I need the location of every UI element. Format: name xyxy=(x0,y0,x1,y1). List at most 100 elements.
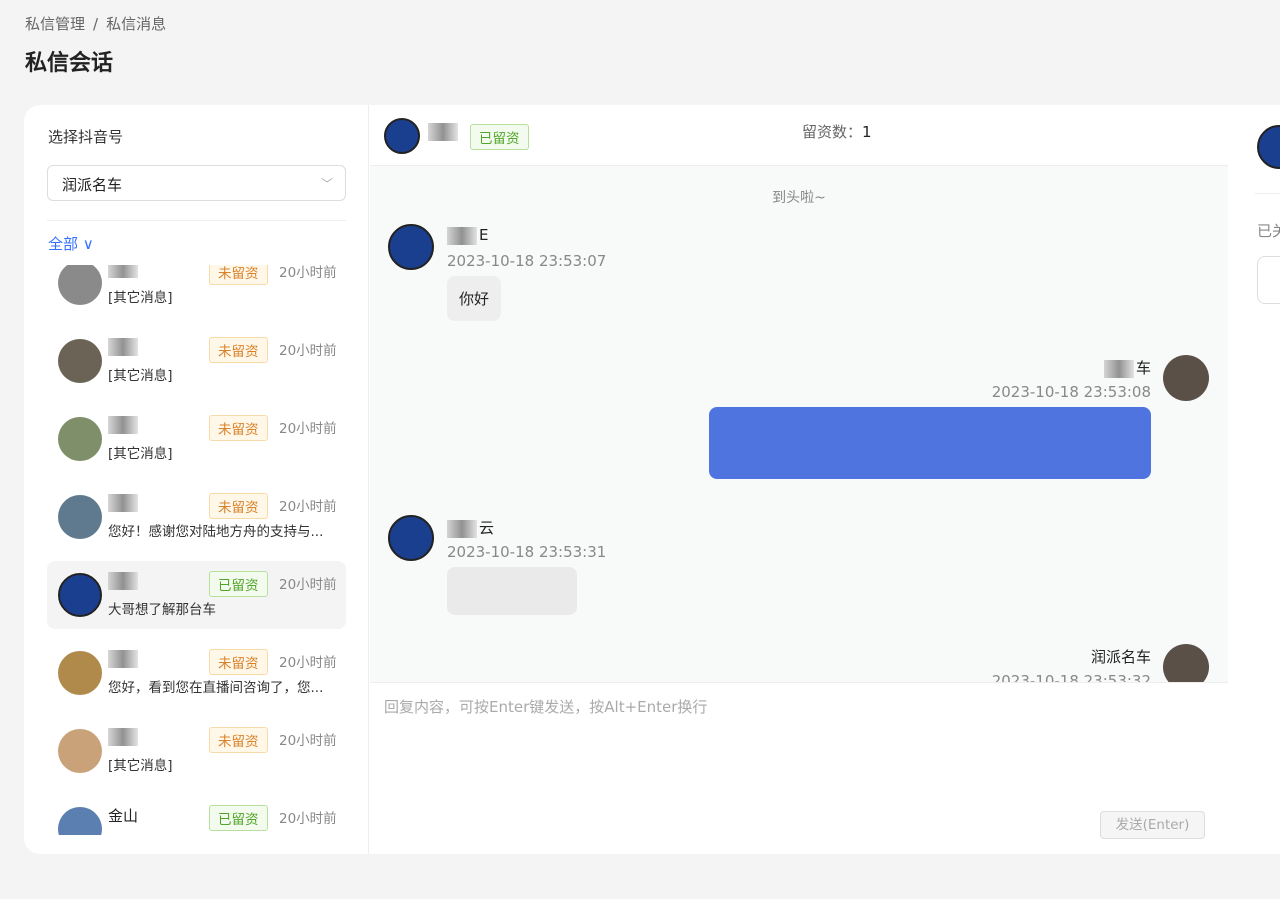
conversation-panel: 选择抖音号 润派名车 ﹀ 全部 ∨ 未留资 20小时前 [其它消息] 未留资 20… xyxy=(24,105,369,854)
breadcrumb: 私信管理 / 私信消息 xyxy=(25,13,174,34)
detail-box[interactable] xyxy=(1257,256,1280,304)
status-badge: 未留资 xyxy=(209,649,268,675)
name-blurred xyxy=(108,337,138,356)
avatar xyxy=(388,515,434,561)
contact-name xyxy=(108,493,140,512)
name-blurred xyxy=(108,493,138,512)
contact-name xyxy=(108,337,140,356)
avatar xyxy=(58,265,102,305)
last-message: 大哥想了解那台车 xyxy=(108,602,216,618)
contact-name xyxy=(108,571,140,590)
filter-dropdown[interactable]: 全部 ∨ xyxy=(48,233,94,254)
message-time: 2023-10-18 23:53:32 xyxy=(991,672,1151,682)
conversation-item[interactable]: 未留资 20小时前 [其它消息] xyxy=(47,265,346,317)
last-message: [其它消息] xyxy=(108,290,173,306)
sender-name: E xyxy=(447,226,488,245)
status-badge: 未留资 xyxy=(209,493,268,519)
name-blurred xyxy=(1103,359,1134,378)
message-time: 2023-10-18 23:53:08 xyxy=(991,383,1151,401)
sender-name: 车 xyxy=(1103,357,1151,378)
timestamp: 20小时前 xyxy=(279,733,337,749)
conversation-item[interactable]: 未留资 20小时前 [其它消息] xyxy=(47,405,346,473)
name-blurred xyxy=(108,649,138,668)
message-bubble xyxy=(709,407,1151,479)
name-blurred xyxy=(447,519,477,538)
status-badge: 未留资 xyxy=(209,727,268,753)
timestamp: 20小时前 xyxy=(279,655,337,671)
name-blurred xyxy=(108,265,138,278)
avatar xyxy=(1257,125,1280,169)
avatar xyxy=(58,807,102,835)
name-blurred xyxy=(108,571,138,590)
divider xyxy=(1255,193,1280,194)
timestamp: 20小时前 xyxy=(279,343,337,359)
avatar xyxy=(58,417,102,461)
last-message: [其它消息] xyxy=(108,368,173,384)
chat-header: 已留资 留资数：1 xyxy=(370,105,1228,166)
contact-name xyxy=(108,727,140,746)
breadcrumb-separator: / xyxy=(93,15,99,33)
status-badge: 已留资 xyxy=(470,124,529,150)
avatar xyxy=(384,118,420,154)
avatar xyxy=(58,339,102,383)
timestamp: 20小时前 xyxy=(279,499,337,515)
avatar xyxy=(1163,355,1209,401)
contact-name: 金山 xyxy=(108,807,139,825)
timestamp: 20小时前 xyxy=(279,577,337,593)
main-card: 选择抖音号 润派名车 ﹀ 全部 ∨ 未留资 20小时前 [其它消息] 未留资 20… xyxy=(24,105,1280,854)
account-value: 润派名车 xyxy=(62,176,123,194)
top-hint: 到头啦~ xyxy=(772,190,826,206)
last-message: [其它消息] xyxy=(108,758,173,774)
chevron-down-icon: ﹀ xyxy=(320,177,333,191)
status-badge: 已留资 xyxy=(209,805,268,831)
conversation-list[interactable]: 未留资 20小时前 [其它消息] 未留资 20小时前 [其它消息] 未留资 20… xyxy=(47,265,347,835)
message-bubble xyxy=(447,567,577,615)
chat-panel: 已留资 留资数：1 到头啦~ E 2023-10-18 23:53:07 你好 车… xyxy=(370,105,1228,854)
status-badge: 已留资 xyxy=(209,571,268,597)
conversation-item[interactable]: 金山 已留资 20小时前 xyxy=(47,795,346,835)
name-blurred xyxy=(108,727,138,746)
sender-name: 云 xyxy=(447,517,494,538)
conversation-item[interactable]: 未留资 20小时前 您好！感谢您对陆地方舟的支持与... xyxy=(47,483,346,551)
avatar xyxy=(58,573,102,617)
status-badge: 未留资 xyxy=(209,265,268,285)
last-message: 您好，看到您在直播间咨询了，您... xyxy=(108,680,324,696)
lead-count: 留资数：1 xyxy=(802,121,872,142)
conversation-item[interactable]: 已留资 20小时前 大哥想了解那台车 xyxy=(47,561,346,629)
sender-name: 润派名车 xyxy=(1090,648,1151,666)
account-label: 选择抖音号 xyxy=(48,128,124,146)
detail-label: 已关 xyxy=(1257,222,1280,240)
name-blurred xyxy=(108,415,138,434)
breadcrumb-item[interactable]: 私信管理 xyxy=(25,15,85,33)
reply-input[interactable]: 回复内容，可按Enter键发送，按Alt+Enter换行 发送(Enter) xyxy=(370,682,1228,854)
send-button[interactable]: 发送(Enter) xyxy=(1100,811,1205,839)
reply-placeholder: 回复内容，可按Enter键发送，按Alt+Enter换行 xyxy=(384,698,708,716)
contact-name xyxy=(108,649,140,668)
message-list[interactable]: 到头啦~ E 2023-10-18 23:53:07 你好 车 2023-10-1… xyxy=(370,166,1228,682)
status-badge: 未留资 xyxy=(209,415,268,441)
timestamp: 20小时前 xyxy=(279,265,337,281)
timestamp: 20小时前 xyxy=(279,421,337,437)
conversation-item[interactable]: 未留资 20小时前 [其它消息] xyxy=(47,717,346,785)
avatar xyxy=(58,651,102,695)
chevron-down-icon: ∨ xyxy=(82,235,94,253)
account-select[interactable]: 润派名车 ﹀ xyxy=(47,165,346,201)
contact-name xyxy=(108,415,140,434)
breadcrumb-item: 私信消息 xyxy=(106,15,167,33)
message-time: 2023-10-18 23:53:07 xyxy=(447,252,607,270)
avatar xyxy=(58,729,102,773)
name-blurred xyxy=(447,226,477,245)
detail-panel: 已关 xyxy=(1229,105,1280,854)
contact-name-blurred xyxy=(428,123,458,141)
last-message: 您好！感谢您对陆地方舟的支持与... xyxy=(108,524,324,540)
conversation-item[interactable]: 未留资 20小时前 [其它消息] xyxy=(47,327,346,395)
status-badge: 未留资 xyxy=(209,337,268,363)
message-bubble: 你好 xyxy=(447,276,502,321)
conversation-item[interactable]: 未留资 20小时前 您好，看到您在直播间咨询了，您... xyxy=(47,639,346,707)
lead-count-label: 留资数： xyxy=(802,123,863,141)
contact-name xyxy=(108,265,140,278)
lead-count-value: 1 xyxy=(862,123,872,141)
last-message: [其它消息] xyxy=(108,446,173,462)
page-title: 私信会话 xyxy=(25,51,114,76)
avatar xyxy=(1163,644,1209,682)
